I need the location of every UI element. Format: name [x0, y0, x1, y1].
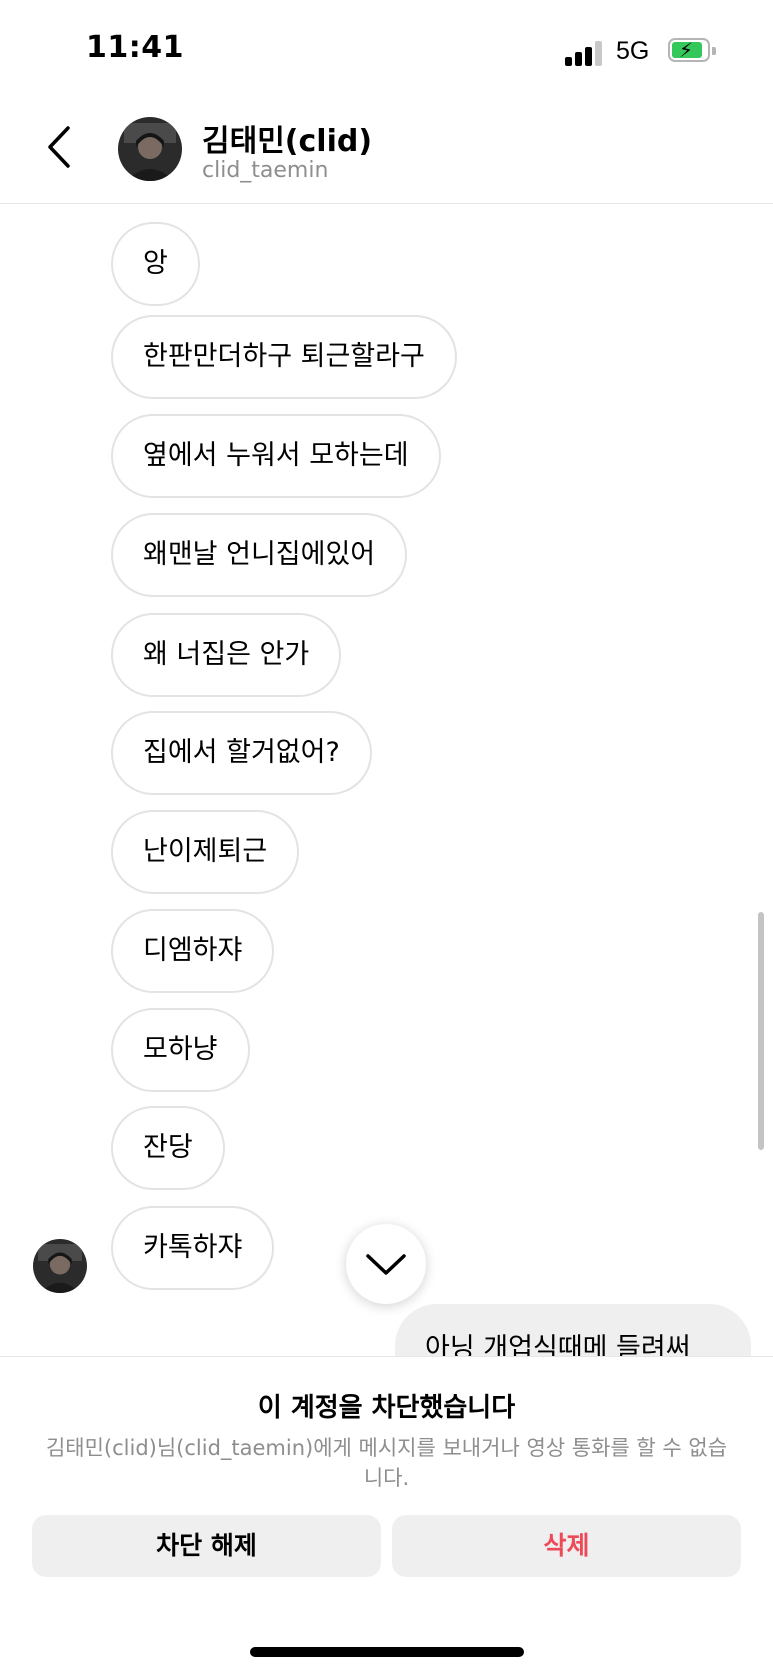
battery-icon: ⚡ [668, 38, 716, 62]
message-bubble[interactable]: 옆에서 누워서 모하는데 [111, 414, 441, 498]
blocked-title: 이 계정을 차단했습니다 [257, 1393, 516, 1423]
blocked-description: 김태민(clid)님(clid_taemin)에게 메시지를 보내거나 영상 통… [45, 1436, 728, 1490]
chat-header: 김태민(clid) clid_taemin [0, 100, 773, 204]
chat-name[interactable]: 김태민(clid) [202, 116, 372, 160]
message-bubble[interactable]: 집에서 할거없어? [111, 711, 372, 795]
network-type: 5G [616, 37, 650, 65]
message-bubble[interactable]: 한판만더하구 퇴근할라구 [111, 315, 457, 399]
unblock-button[interactable]: 차단 해제 [32, 1515, 381, 1577]
scrollbar[interactable] [758, 912, 764, 1150]
blocked-account-panel: 이 계정을 차단했습니다 김태민(clid)님(clid_taemin)에게 메… [0, 1356, 773, 1674]
sender-avatar[interactable] [33, 1239, 87, 1293]
delete-button[interactable]: 삭제 [392, 1515, 741, 1577]
message-bubble[interactable]: 난이제퇴근 [111, 810, 300, 894]
message-bubble[interactable]: 모하냥 [111, 1008, 250, 1092]
scroll-down-button[interactable] [346, 1224, 426, 1304]
cellular-signal-icon [565, 40, 605, 66]
message-bubble[interactable]: 앙 [111, 222, 200, 306]
chevron-left-icon[interactable] [40, 122, 80, 172]
message-bubble[interactable]: 왜 너집은 안가 [111, 613, 342, 697]
status-time: 11:41 [86, 30, 184, 65]
avatar[interactable] [118, 117, 182, 181]
message-bubble[interactable]: 디엠하쟈 [111, 909, 275, 993]
status-bar: 11:41 5G ⚡ [0, 0, 773, 100]
chevron-down-icon [366, 1254, 406, 1275]
home-indicator[interactable] [250, 1647, 524, 1657]
message-bubble[interactable]: 왜맨날 언니집에있어 [111, 513, 408, 597]
message-bubble[interactable]: 잔당 [111, 1106, 225, 1190]
chat-username[interactable]: clid_taemin [202, 158, 328, 183]
message-bubble[interactable]: 카톡하쟈 [111, 1206, 275, 1290]
